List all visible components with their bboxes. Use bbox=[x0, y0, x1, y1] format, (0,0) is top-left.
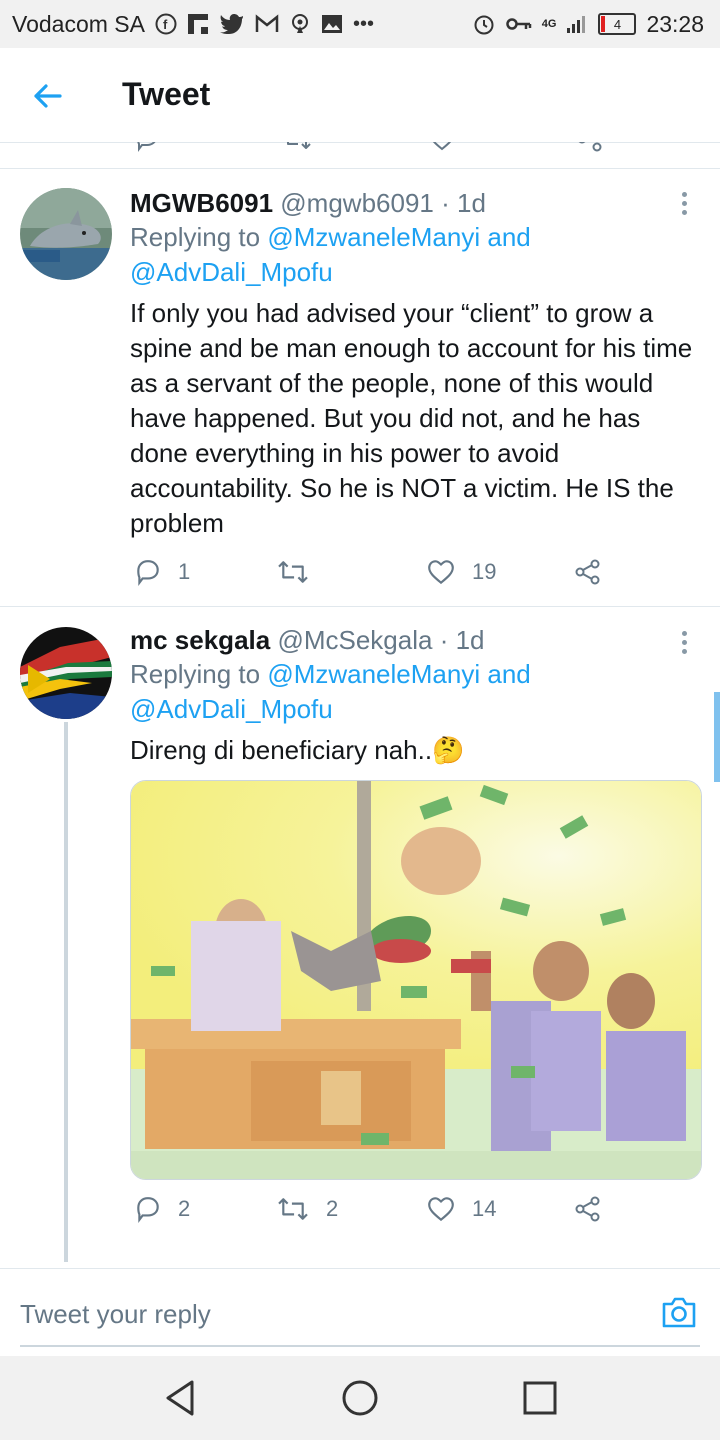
reply-input[interactable]: Tweet your reply bbox=[20, 1299, 211, 1330]
share-button[interactable] bbox=[574, 558, 602, 586]
tweet-time: · 1d bbox=[441, 188, 486, 218]
replying-prefix: Replying to bbox=[130, 659, 261, 689]
reply-count: 1 bbox=[178, 559, 191, 584]
reply-button[interactable]: 1 bbox=[134, 558, 190, 586]
home-circle-icon[interactable] bbox=[340, 1378, 380, 1418]
retweet-count: 2 bbox=[326, 1196, 339, 1221]
battery-icon: 4 bbox=[598, 13, 637, 35]
retweet-icon[interactable] bbox=[282, 142, 312, 152]
battery-level: 4 bbox=[613, 16, 622, 32]
cartoon-image bbox=[131, 781, 701, 1179]
replying-and: and bbox=[487, 659, 531, 689]
alarm-icon bbox=[474, 15, 494, 35]
back-triangle-icon[interactable] bbox=[160, 1378, 200, 1418]
like-count: 14 bbox=[472, 1196, 497, 1221]
tweet-actions: 2 2 14 bbox=[130, 1195, 630, 1235]
mention-link[interactable]: @AdvDali_Mpofu bbox=[130, 257, 333, 287]
notification-icons: f ••• bbox=[155, 13, 374, 36]
tweet-text: If only you had advised your “client” to… bbox=[130, 298, 693, 538]
retweet-icon bbox=[278, 561, 308, 583]
avatar[interactable] bbox=[20, 188, 112, 280]
share-icon[interactable] bbox=[576, 142, 604, 152]
mention-link[interactable]: @MzwaneleManyi bbox=[267, 222, 480, 252]
reply-button[interactable]: 2 bbox=[134, 1195, 190, 1223]
share-icon bbox=[575, 1196, 600, 1222]
display-name[interactable]: MGWB6091 bbox=[130, 188, 273, 218]
user-handle[interactable]: @McSekgala bbox=[277, 625, 432, 655]
tweet-text: Direng di beneficiary nah..🤔 bbox=[130, 735, 465, 765]
top-app-bar: Tweet bbox=[0, 48, 720, 143]
recents-square-icon[interactable] bbox=[522, 1378, 558, 1418]
replying-and: and bbox=[487, 222, 531, 252]
more-options-icon[interactable] bbox=[682, 631, 690, 658]
avatar-dolphin-image bbox=[20, 188, 112, 280]
status-bar: Vodacom SA f ••• 4G 4 23:28 bbox=[0, 0, 720, 48]
reply-count: 2 bbox=[178, 1196, 191, 1221]
tweet-time: · 1d bbox=[439, 625, 485, 655]
system-nav-bar bbox=[0, 1356, 720, 1440]
replying-to: Replying to @MzwaneleManyi and @AdvDali_… bbox=[130, 220, 700, 290]
share-button[interactable] bbox=[574, 1195, 602, 1223]
retweet-button[interactable]: 2 bbox=[276, 1195, 338, 1223]
facebook-icon: f bbox=[155, 13, 177, 35]
like-icon[interactable] bbox=[428, 142, 456, 152]
reply-icon bbox=[137, 1197, 159, 1223]
carrier-name: Vodacom SA bbox=[12, 10, 145, 37]
display-name[interactable]: mc sekgala bbox=[130, 625, 270, 655]
like-icon bbox=[428, 1197, 454, 1222]
like-icon bbox=[428, 560, 454, 585]
tweet-media-image[interactable] bbox=[130, 780, 702, 1180]
reply-bar: Tweet your reply bbox=[0, 1268, 720, 1357]
gallery-icon bbox=[321, 15, 342, 33]
podcast-icon bbox=[291, 14, 308, 33]
previous-tweet-actions bbox=[0, 142, 720, 169]
twitter-icon bbox=[219, 14, 243, 34]
avatar[interactable] bbox=[20, 627, 112, 719]
more-options-icon[interactable] bbox=[682, 192, 690, 219]
back-arrow-icon[interactable] bbox=[30, 78, 66, 114]
mention-link[interactable]: @MzwaneleManyi bbox=[267, 659, 480, 689]
like-button[interactable]: 14 bbox=[426, 1195, 496, 1223]
reply-icon[interactable] bbox=[134, 142, 160, 152]
tweet-meta: MGWB6091 @mgwb6091 · 1d bbox=[130, 186, 700, 220]
page-title: Tweet bbox=[122, 76, 211, 112]
like-button[interactable]: 19 bbox=[426, 558, 496, 586]
tweet-meta: mc sekgala @McSekgala · 1d bbox=[130, 623, 700, 657]
flipboard-icon bbox=[187, 14, 208, 34]
avatar-flag-image bbox=[20, 627, 112, 719]
scrollbar[interactable] bbox=[714, 692, 720, 782]
svg-text:f: f bbox=[163, 17, 168, 32]
like-count: 19 bbox=[472, 559, 497, 584]
more-dots-icon: ••• bbox=[352, 12, 374, 35]
input-underline bbox=[20, 1345, 700, 1347]
replying-to: Replying to @MzwaneleManyi and @AdvDali_… bbox=[130, 657, 700, 727]
replying-prefix: Replying to bbox=[130, 222, 261, 252]
reply-icon bbox=[137, 560, 159, 586]
camera-icon[interactable] bbox=[660, 1295, 698, 1329]
signal-icon bbox=[567, 16, 586, 33]
network-type: 4G bbox=[541, 18, 557, 30]
gmail-icon bbox=[255, 14, 279, 32]
tweet-1[interactable]: MGWB6091 @mgwb6091 · 1d Replying to @Mzw… bbox=[0, 168, 720, 606]
retweet-icon bbox=[278, 1198, 308, 1220]
mention-link[interactable]: @AdvDali_Mpofu bbox=[130, 694, 333, 724]
share-icon bbox=[575, 559, 600, 585]
tweet-actions: 1 19 bbox=[130, 558, 630, 598]
clock: 23:28 bbox=[646, 10, 704, 37]
retweet-button[interactable] bbox=[276, 558, 326, 586]
user-handle[interactable]: @mgwb6091 bbox=[280, 188, 434, 218]
key-icon bbox=[506, 18, 531, 30]
